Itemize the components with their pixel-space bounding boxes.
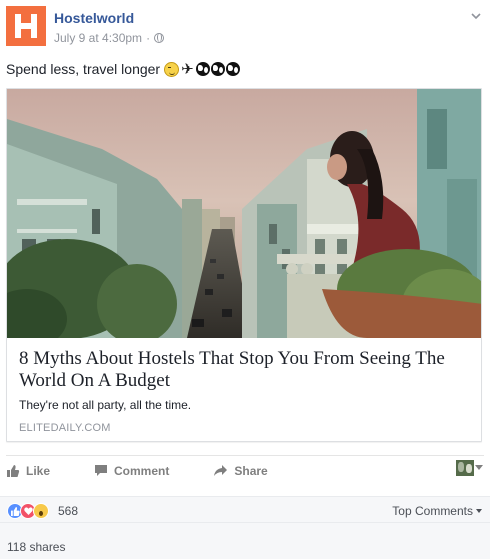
meta-separator: · [146, 31, 151, 45]
reactions-bar: 568 Top Comments [0, 496, 490, 522]
reaction-icons[interactable] [7, 503, 49, 519]
top-comments-sort[interactable]: Top Comments [392, 504, 482, 518]
comment-button[interactable]: Comment [94, 464, 169, 478]
viewer-chevron-down-icon[interactable] [475, 465, 483, 471]
page-avatar[interactable] [6, 6, 46, 46]
post-timestamp[interactable]: July 9 at 4:30pm [54, 31, 142, 45]
caret-down-icon [476, 509, 482, 513]
globe-africa-icon [210, 62, 225, 76]
globe-africa-icon [195, 62, 210, 76]
link-preview-text[interactable]: 8 Myths About Hostels That Stop You From… [7, 338, 481, 441]
post-actions-bar: Like Comment Share [6, 455, 484, 485]
thumbs-up-icon [7, 464, 20, 477]
link-domain: ELITEDAILY.COM [19, 422, 111, 434]
link-preview-image[interactable] [7, 89, 481, 338]
hostelworld-logo-icon [15, 14, 37, 38]
like-label: Like [26, 463, 51, 478]
link-description: They're not all party, all the time. [19, 398, 192, 412]
link-title[interactable]: 8 Myths About Hostels That Stop You From… [19, 348, 471, 392]
public-globe-icon[interactable] [154, 33, 165, 43]
balcony-street-photo [7, 89, 481, 338]
viewer-avatar[interactable] [456, 460, 474, 476]
share-label: Share [234, 463, 268, 478]
comment-label: Comment [114, 463, 170, 478]
comment-bubble-icon [95, 465, 108, 476]
wow-reaction-icon[interactable] [33, 503, 49, 519]
link-preview-card[interactable]: 8 Myths About Hostels That Stop You From… [6, 88, 482, 442]
reaction-count[interactable]: 568 [58, 504, 78, 518]
airplane-icon: ✈ [181, 60, 194, 78]
message-emojis: ✈ [164, 60, 240, 78]
post-message: Spend less, travel longer ✈ [6, 61, 240, 77]
post-header: Hostelworld July 9 at 4:30pm · [6, 6, 484, 50]
wink-face-icon [164, 61, 180, 77]
post-message-text: Spend less, travel longer [6, 61, 161, 77]
post-meta: July 9 at 4:30pm · [54, 31, 165, 45]
shares-bar: 118 shares [0, 522, 490, 559]
facebook-post: Hostelworld July 9 at 4:30pm · Spend les… [0, 0, 490, 559]
page-name-link[interactable]: Hostelworld [54, 10, 134, 26]
share-arrow-icon [214, 465, 228, 476]
top-comments-label: Top Comments [392, 504, 473, 518]
share-button[interactable]: Share [213, 463, 268, 478]
like-button[interactable]: Like [6, 464, 50, 478]
post-options-chevron-icon[interactable] [470, 10, 482, 22]
globe-africa-icon [225, 62, 240, 76]
shares-count[interactable]: 118 shares [7, 540, 65, 554]
